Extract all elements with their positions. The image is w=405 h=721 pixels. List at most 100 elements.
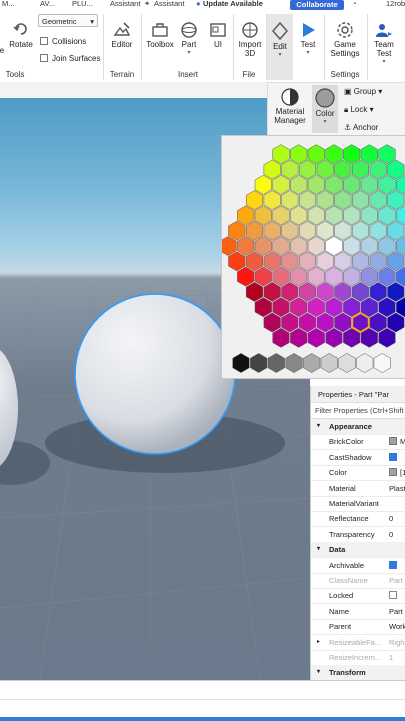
color-hex-swatch[interactable]	[387, 220, 405, 241]
grayscale-hex-swatch[interactable]	[285, 353, 303, 373]
grayscale-hex-swatch[interactable]	[356, 353, 374, 373]
color-hex-swatch[interactable]	[351, 251, 370, 272]
color-hex-swatch[interactable]	[351, 220, 370, 241]
group-button[interactable]: ▣ Group ▾	[344, 87, 382, 96]
color-hex-swatch[interactable]	[254, 205, 272, 226]
color-hex-swatch[interactable]	[343, 144, 361, 165]
color-hex-swatch[interactable]	[378, 327, 396, 348]
select-mode-dropdown[interactable]: Geometric ▾	[38, 14, 98, 27]
color-hex-swatch[interactable]	[272, 205, 290, 226]
menu-item[interactable]: PLU...	[72, 0, 93, 8]
color-hex-swatch[interactable]	[325, 327, 343, 348]
color-hex-swatch[interactable]	[360, 205, 378, 226]
grayscale-hex-swatch[interactable]	[320, 353, 338, 373]
menu-item[interactable]: AV...	[40, 0, 55, 8]
lock-button[interactable]: 🔒︎ Lock ▾	[344, 105, 374, 115]
color-hex-swatch[interactable]	[290, 266, 308, 287]
color-hex-swatch[interactable]	[316, 312, 334, 333]
color-hex-swatch[interactable]	[228, 251, 246, 272]
color-hex-swatch[interactable]	[334, 220, 352, 241]
property-value[interactable]: Part	[389, 607, 405, 616]
edit-button[interactable]: Edit ▾	[267, 14, 293, 80]
menu-item[interactable]: M...	[2, 0, 15, 8]
grayscale-hex-swatch[interactable]	[250, 353, 268, 373]
color-hex-swatch[interactable]	[263, 220, 281, 241]
property-checkbox[interactable]	[389, 452, 397, 461]
color-hex-swatch[interactable]	[351, 190, 370, 210]
color-hex-swatch[interactable]	[228, 220, 246, 241]
property-row[interactable]: BrickColor M	[311, 434, 405, 451]
color-hex-swatch[interactable]	[325, 236, 343, 256]
property-row[interactable]: CastShadow	[311, 450, 405, 466]
user-name[interactable]: 12rob	[386, 0, 405, 8]
expand-caret-icon[interactable]: ▸	[317, 638, 320, 645]
color-hex-swatch[interactable]	[281, 312, 299, 333]
color-hex-swatch[interactable]	[237, 236, 255, 256]
color-hex-swatch[interactable]	[369, 282, 387, 302]
color-hex-swatch[interactable]	[378, 236, 396, 256]
color-hex-swatch[interactable]	[281, 159, 299, 180]
color-hex-swatch[interactable]	[281, 251, 299, 272]
color-hex-swatch[interactable]	[360, 266, 378, 287]
color-hex-swatch[interactable]	[272, 297, 290, 318]
color-hex-swatch[interactable]	[272, 327, 290, 348]
property-row[interactable]: ▸ ResizeableFa... Right	[311, 635, 405, 651]
collisions-checkbox[interactable]: Collisions	[40, 37, 86, 46]
color-hex-swatch[interactable]	[316, 220, 334, 241]
color-hex-swatch[interactable]	[290, 297, 308, 318]
property-value[interactable]: 0	[389, 530, 405, 539]
property-row[interactable]: Archivable	[311, 558, 405, 574]
color-hex-swatch[interactable]	[263, 190, 281, 210]
grayscale-hex-swatch[interactable]	[267, 353, 285, 373]
property-row[interactable]: ClassName Part	[311, 573, 405, 589]
color-hex-swatch[interactable]	[307, 266, 325, 287]
color-hex-swatch[interactable]	[307, 297, 325, 318]
assistant-button[interactable]: Assistant	[154, 0, 184, 8]
color-hex-swatch[interactable]	[222, 236, 237, 256]
property-row[interactable]: Color [1	[311, 465, 405, 482]
color-hex-swatch[interactable]	[237, 205, 255, 226]
color-hex-swatch[interactable]	[290, 174, 308, 195]
color-hex-swatch[interactable]	[307, 327, 325, 348]
grayscale-hex-swatch[interactable]	[373, 353, 391, 373]
color-hex-swatch[interactable]	[281, 190, 299, 210]
color-hex-swatch[interactable]	[307, 174, 325, 195]
color-hex-swatch[interactable]	[254, 236, 272, 256]
property-section[interactable]: ▾ Data	[311, 542, 405, 559]
color-hex-swatch[interactable]	[298, 251, 317, 272]
color-hex-swatch[interactable]	[298, 282, 317, 302]
color-hex-swatch[interactable]	[245, 282, 264, 302]
color-hex-swatch[interactable]	[387, 190, 405, 210]
collapse-caret-icon[interactable]: ▾	[317, 545, 320, 552]
color-hex-swatch[interactable]	[334, 251, 352, 272]
color-hex-swatch[interactable]	[272, 236, 290, 256]
property-value[interactable]: Work	[389, 622, 405, 631]
color-hex-swatch[interactable]	[307, 144, 325, 165]
color-hex-swatch[interactable]	[369, 251, 387, 272]
join-surfaces-checkbox[interactable]: Join Surfaces	[40, 54, 100, 63]
property-checkbox[interactable]	[389, 560, 397, 569]
property-value[interactable]: M	[400, 437, 405, 446]
color-hex-swatch[interactable]	[351, 159, 370, 180]
color-hex-swatch[interactable]	[369, 190, 387, 210]
color-hex-swatch[interactable]	[245, 190, 264, 210]
color-hex-swatch[interactable]	[307, 205, 325, 226]
property-value[interactable]: 0	[389, 514, 405, 523]
color-hex-swatch[interactable]	[343, 174, 361, 195]
color-hex-swatch[interactable]	[325, 266, 343, 287]
color-hex-swatch[interactable]	[254, 297, 272, 318]
color-hex-swatch[interactable]	[272, 266, 290, 287]
ui-button[interactable]: UI	[206, 20, 230, 49]
property-row[interactable]: Transparency 0	[311, 527, 405, 543]
grayscale-hex-swatch[interactable]	[232, 353, 250, 373]
color-hex-swatch[interactable]	[325, 174, 343, 195]
property-row[interactable]: Locked	[311, 588, 405, 605]
property-row[interactable]: Reflectance 0	[311, 511, 405, 528]
color-hex-swatch[interactable]	[298, 220, 317, 241]
color-hex-swatch[interactable]	[387, 251, 405, 272]
color-hex-swatch[interactable]	[378, 144, 396, 165]
color-hex-swatch[interactable]	[378, 266, 396, 287]
color-hex-swatch[interactable]	[316, 159, 334, 180]
color-hex-swatch[interactable]	[369, 159, 387, 180]
color-button[interactable]: Color ▾	[312, 85, 338, 133]
